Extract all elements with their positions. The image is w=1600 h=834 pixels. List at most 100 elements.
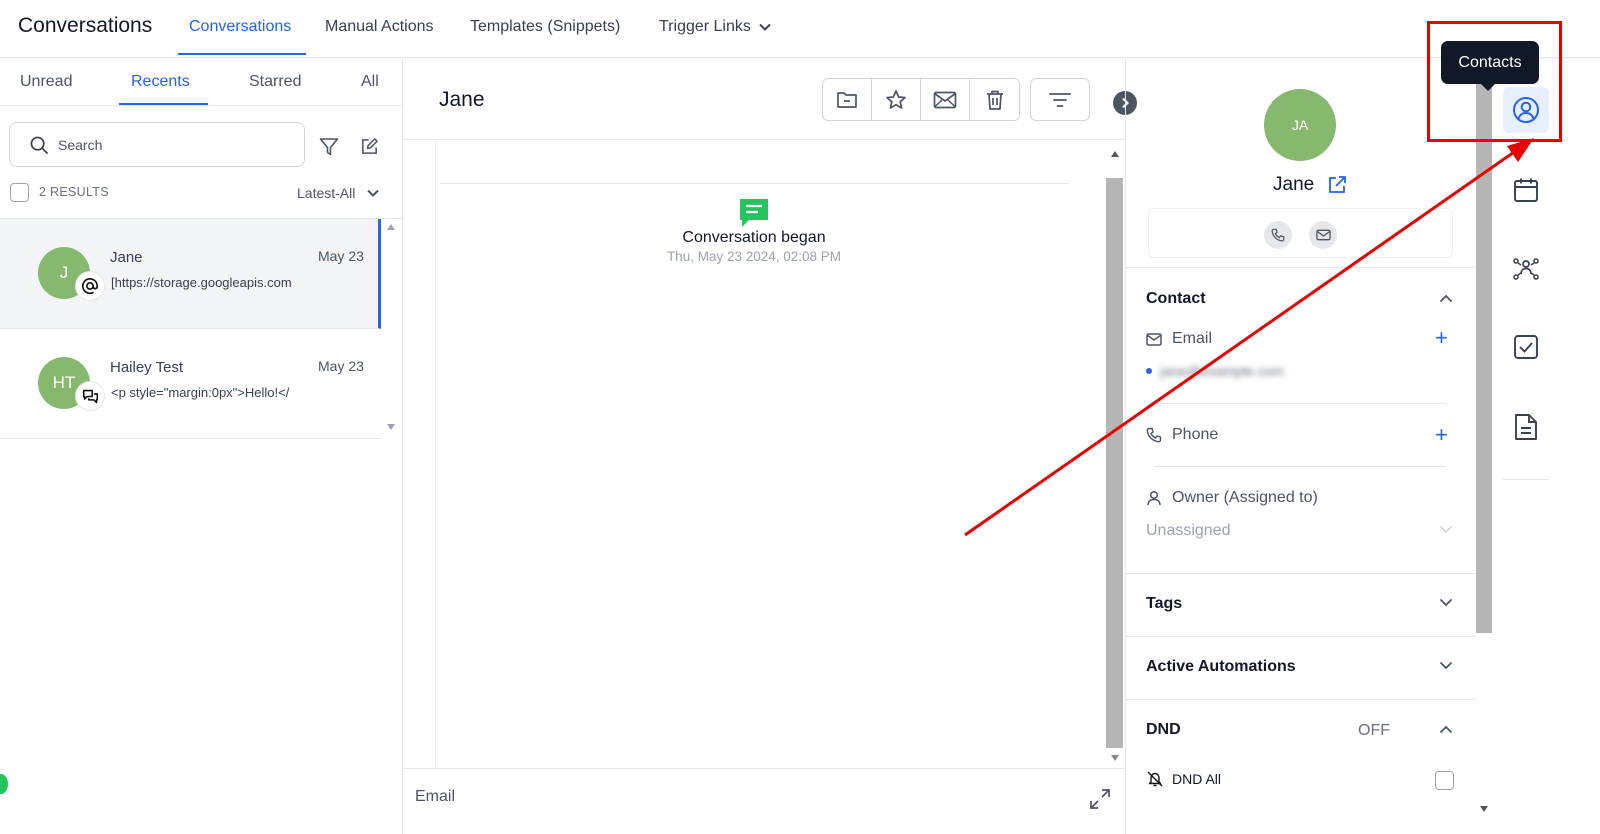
scroll-up-arrow[interactable] [1111, 151, 1119, 157]
email-value[interactable]: jane@example.com [1160, 363, 1284, 379]
conversation-item-jane[interactable]: J Jane [https://storage.googleapis.com M… [0, 219, 381, 329]
conversation-item-hailey-test[interactable]: HT Hailey Test <p style="margin:0px">Hel… [0, 329, 381, 439]
divider [1126, 573, 1476, 574]
divider [1126, 267, 1476, 268]
divider [1126, 636, 1476, 637]
divider [1154, 466, 1446, 467]
email-channel-badge [76, 272, 104, 300]
contact-quick-actions [1148, 208, 1453, 258]
scroll-down-arrow[interactable] [387, 424, 395, 430]
rail-calendar-button[interactable] [1503, 167, 1549, 213]
star-button[interactable] [872, 79, 921, 120]
chevron-down-icon[interactable] [1439, 598, 1453, 607]
folder-icon [837, 91, 857, 108]
divider [1503, 479, 1549, 480]
chevron-down-icon[interactable] [1439, 661, 1453, 670]
tab-all[interactable]: All [361, 73, 379, 91]
nav-tab-trigger-links-label: Trigger Links [659, 18, 751, 35]
divider [0, 105, 403, 106]
email-button[interactable] [1309, 221, 1337, 249]
composer-channel-tab[interactable]: Email [415, 788, 455, 806]
message-icon [740, 199, 768, 227]
user-icon [1147, 490, 1161, 506]
section-title-tags[interactable]: Tags [1146, 595, 1182, 613]
nav-tab-templates[interactable]: Templates (Snippets) [470, 18, 620, 36]
divider [403, 768, 1125, 769]
move-to-folder-button[interactable] [823, 79, 872, 120]
rail-documents-button[interactable] [1503, 404, 1549, 450]
conversation-date: May 23 [318, 358, 364, 374]
conversation-name: Hailey Test [110, 359, 184, 376]
dnd-all-label: DND All [1146, 770, 1221, 788]
top-navigation-bar: Conversations Conversations Manual Actio… [0, 0, 1600, 58]
divider [440, 183, 1069, 184]
select-all-checkbox[interactable] [10, 183, 29, 202]
tab-recents[interactable]: Recents [131, 73, 190, 91]
call-button[interactable] [1264, 221, 1292, 249]
calendar-icon [1514, 178, 1538, 202]
chevron-down-icon [759, 23, 771, 31]
rail-tasks-button[interactable] [1503, 324, 1549, 370]
opportunities-icon [1513, 258, 1539, 280]
conversation-preview: <p style="margin:0px">Hello!</ [111, 385, 290, 400]
delete-button[interactable] [970, 79, 1019, 120]
panel-scrollbar-thumb[interactable] [1476, 78, 1492, 633]
owner-select[interactable]: Unassigned [1146, 522, 1231, 540]
scroll-up-arrow[interactable] [387, 224, 395, 230]
conversation-began-text: Conversation began [682, 229, 826, 246]
scroll-down-arrow[interactable] [1480, 806, 1488, 812]
owner-field-label: Owner (Assigned to) [1146, 489, 1318, 507]
chevron-up-icon[interactable] [1439, 725, 1453, 734]
search-input[interactable] [58, 135, 288, 155]
bell-off-icon [1147, 771, 1163, 787]
conversation-actions [822, 78, 1020, 121]
mail-icon [1146, 332, 1162, 346]
conversation-name: Jane [110, 249, 143, 266]
at-sign-icon [82, 278, 99, 295]
sort-select-label: Latest-All [297, 185, 356, 201]
compose-icon[interactable] [360, 137, 379, 156]
mark-unread-button[interactable] [921, 79, 970, 120]
conversation-list-panel: Unread Recents Starred All 2 RESULTS Lat… [0, 58, 403, 834]
nav-tab-conversations[interactable]: Conversations [189, 18, 291, 36]
right-icon-rail [1491, 58, 1563, 834]
tab-unread[interactable]: Unread [20, 73, 72, 91]
filter-icon[interactable] [319, 137, 339, 157]
scroll-down-arrow[interactable] [1111, 755, 1119, 761]
section-title-active-automations[interactable]: Active Automations [1146, 658, 1296, 676]
add-phone-button[interactable]: + [1435, 424, 1448, 446]
documents-icon [1515, 414, 1537, 440]
star-icon [886, 89, 906, 109]
search-box[interactable] [9, 122, 305, 167]
section-title-contact[interactable]: Contact [1146, 290, 1206, 308]
tab-starred[interactable]: Starred [249, 73, 301, 91]
chat-channel-badge [76, 382, 104, 410]
phone-icon [1271, 228, 1285, 242]
annotation-highlight-box [1427, 21, 1562, 142]
nav-active-indicator [178, 53, 306, 55]
chevron-up-icon[interactable] [1439, 294, 1453, 303]
phone-field-label: Phone [1146, 426, 1218, 444]
email-field-label: Email [1146, 330, 1212, 348]
divider [1154, 403, 1446, 404]
filter-messages-button[interactable] [1030, 78, 1090, 121]
app-title: Conversations [18, 14, 153, 37]
results-count: 2 RESULTS [39, 185, 109, 199]
external-link-icon[interactable] [1327, 175, 1347, 195]
dnd-all-checkbox[interactable] [1435, 771, 1454, 790]
expand-icon[interactable] [1089, 788, 1111, 810]
thread-scrollbar-thumb[interactable] [1106, 178, 1123, 748]
sort-select[interactable]: Latest-All [297, 185, 380, 201]
dnd-status-badge: OFF [1358, 722, 1390, 739]
add-email-button[interactable]: + [1435, 327, 1448, 349]
chevron-down-icon[interactable] [1439, 525, 1453, 534]
rail-opportunities-button[interactable] [1503, 246, 1549, 292]
conversation-date: May 23 [318, 248, 364, 264]
conversation-title: Jane [439, 88, 485, 111]
nav-tab-trigger-links[interactable]: Trigger Links [659, 18, 771, 36]
section-title-dnd[interactable]: DND [1146, 721, 1181, 739]
email-label-text: Email [1172, 330, 1213, 347]
owner-label-text: Owner (Assigned to) [1172, 489, 1318, 506]
nav-tab-manual-actions[interactable]: Manual Actions [325, 18, 434, 36]
phone-label-text: Phone [1172, 426, 1219, 443]
